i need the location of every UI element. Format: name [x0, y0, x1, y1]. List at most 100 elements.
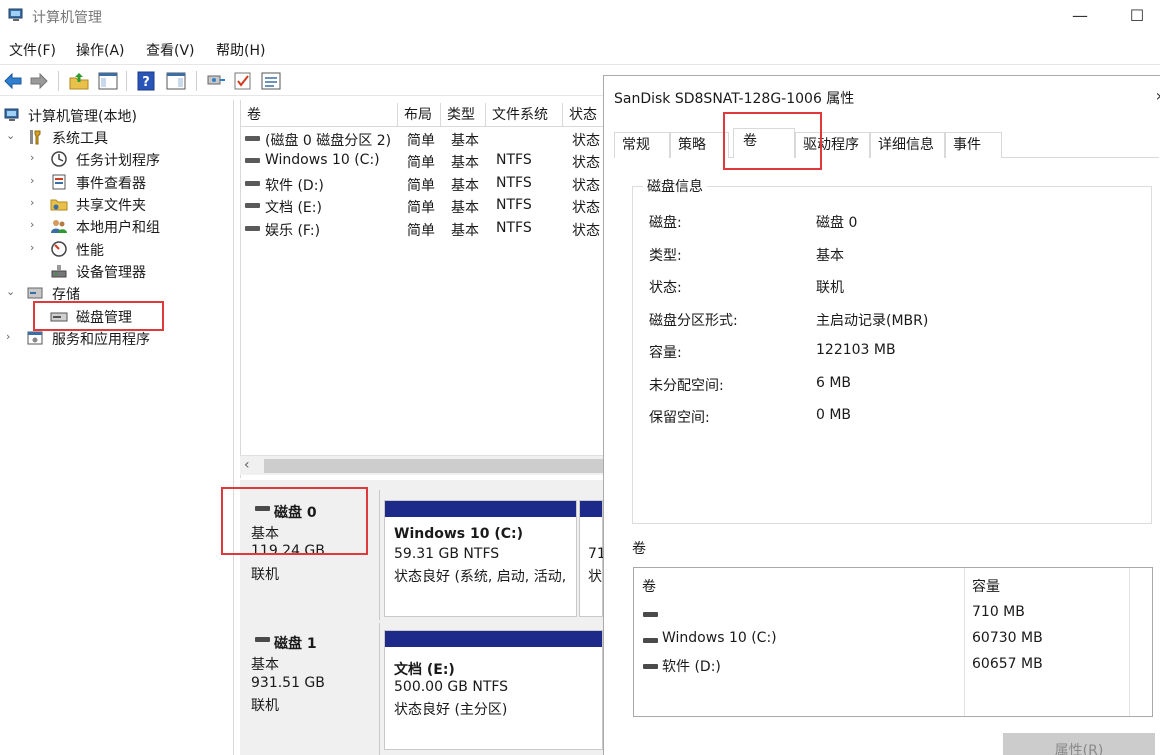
info-key: 磁盘:: [649, 215, 682, 231]
volume-layout: 简单: [407, 200, 435, 216]
volumes-table[interactable]: 卷 容量 710 MB Windows 10 (C:) 60730 MB 软件 …: [633, 567, 1153, 717]
chevron-down-icon[interactable]: ⌄: [6, 129, 18, 142]
column-header-volume[interactable]: 卷: [642, 576, 656, 596]
properties-button[interactable]: 属性(R): [1003, 733, 1155, 755]
info-value: 0 MB: [816, 407, 852, 423]
partition-size: 59.31 GB NTFS: [394, 546, 500, 562]
volume-status: 状态: [572, 200, 600, 216]
info-key: 类型:: [649, 248, 682, 264]
help-icon[interactable]: ?: [135, 70, 157, 92]
volume-capacity: 710 MB: [972, 604, 1025, 620]
window-title: 计算机管理: [32, 10, 102, 26]
disk-info-row: 容量: 122103 MB: [649, 342, 1149, 364]
event-viewer-icon: [52, 174, 66, 190]
info-key: 保留空间:: [649, 410, 710, 426]
partition-bar: [385, 501, 576, 517]
horizontal-scrollbar[interactable]: ‹: [240, 455, 603, 475]
tab-details[interactable]: 详细信息: [870, 132, 945, 158]
tab-events[interactable]: 事件: [945, 132, 1002, 158]
partition-size: 500.00 GB NTFS: [394, 679, 509, 695]
volume-status: 状态: [572, 133, 600, 149]
table-row[interactable]: (磁盘 0 磁盘分区 2) 简单 基本 状态: [241, 128, 604, 150]
close-icon[interactable]: ›: [1156, 86, 1160, 105]
scrollbar-thumb[interactable]: [264, 459, 603, 473]
column-header-type[interactable]: 类型: [441, 103, 486, 127]
column-header-layout[interactable]: 布局: [398, 103, 441, 127]
disk-icon: [255, 637, 270, 642]
chevron-down-icon[interactable]: ⌄: [6, 285, 18, 298]
list-icon[interactable]: [260, 70, 282, 92]
volume-status: 状态: [572, 155, 600, 171]
disk-info-row: 状态: 联机: [649, 277, 1149, 299]
info-value: 主启动记录(MBR): [816, 313, 929, 329]
toolbar-separator: [196, 71, 197, 91]
up-folder-icon[interactable]: [68, 70, 90, 92]
chevron-right-icon[interactable]: ›: [30, 241, 42, 254]
menu-view[interactable]: 查看(V): [146, 40, 195, 60]
performance-icon: [51, 241, 67, 257]
volume-name: 软件 (D:): [265, 178, 324, 194]
table-row[interactable]: 娱乐 (F:) 简单 基本 NTFS 状态: [241, 218, 604, 240]
volume-layout: 简单: [407, 133, 435, 149]
partition-e[interactable]: 文档 (E:) 500.00 GB NTFS 状态良好 (主分区): [384, 630, 603, 750]
tree-label: 本地用户和组: [76, 220, 160, 236]
column-header-status[interactable]: 状态: [563, 103, 604, 127]
disk-info-row: 类型: 基本: [649, 245, 1149, 267]
connect-icon[interactable]: [205, 70, 227, 92]
tab-policies[interactable]: 策略: [670, 132, 729, 158]
chevron-right-icon[interactable]: ›: [30, 174, 42, 187]
volume-status: 状态: [572, 223, 600, 239]
partition-d[interactable]: 71 状: [579, 500, 606, 617]
menu-file[interactable]: 文件(F): [9, 40, 56, 60]
disk-1-info[interactable]: 磁盘 1 基本 931.51 GB 联机: [240, 623, 380, 755]
volume-filesystem: NTFS: [496, 197, 532, 213]
table-row[interactable]: 710 MB: [634, 602, 1152, 626]
table-row[interactable]: Windows 10 (C:) 60730 MB: [634, 628, 1152, 652]
scroll-left-icon[interactable]: ‹: [244, 457, 250, 473]
users-icon: [51, 220, 67, 233]
column-header-volume[interactable]: 卷: [241, 103, 398, 127]
volume-filesystem: NTFS: [496, 152, 532, 168]
show-hide-console-tree-icon[interactable]: [97, 70, 119, 92]
menu-help[interactable]: 帮助(H): [216, 40, 265, 60]
toolbar-separator: [58, 71, 59, 91]
partition-c[interactable]: Windows 10 (C:) 59.31 GB NTFS 状态良好 (系统, …: [384, 500, 577, 617]
properties-dialog: SanDisk SD8SNAT-128G-1006 属性 › 常规 策略 卷 驱…: [603, 75, 1160, 755]
info-key: 未分配空间:: [649, 378, 724, 394]
table-row[interactable]: 软件 (D:) 60657 MB: [634, 654, 1152, 678]
show-hide-action-pane-icon[interactable]: [165, 70, 187, 92]
column-header-filesystem[interactable]: 文件系统: [486, 103, 563, 127]
back-icon[interactable]: [2, 70, 24, 92]
partition-bar: [580, 501, 602, 517]
menu-action[interactable]: 操作(A): [76, 40, 125, 60]
tree-label: 服务和应用程序: [52, 332, 150, 348]
minimize-button[interactable]: —: [1068, 4, 1092, 28]
check-icon[interactable]: [232, 70, 254, 92]
info-key: 容量:: [649, 345, 682, 361]
info-value: 基本: [816, 248, 844, 264]
table-row[interactable]: 文档 (E:) 简单 基本 NTFS 状态: [241, 195, 604, 217]
volume-name: 文档 (E:): [265, 200, 322, 216]
disk-info-group: 磁盘信息 磁盘: 磁盘 0 类型: 基本 状态: 联机 磁盘分区形式: 主启动记…: [632, 176, 1152, 524]
chevron-right-icon[interactable]: ›: [30, 218, 42, 231]
maximize-button[interactable]: ☐: [1125, 4, 1149, 28]
chevron-right-icon[interactable]: ›: [6, 330, 18, 343]
drive-icon: [643, 612, 658, 617]
forward-icon[interactable]: [28, 70, 50, 92]
disk-info-title: 磁盘信息: [643, 176, 707, 196]
chevron-right-icon[interactable]: ›: [30, 196, 42, 209]
column-header-capacity[interactable]: 容量: [972, 576, 1000, 596]
tree-label: 设备管理器: [76, 265, 146, 281]
info-value: 联机: [816, 280, 844, 296]
volume-type: 基本: [451, 133, 479, 149]
tree-label: 性能: [76, 243, 104, 259]
table-row[interactable]: Windows 10 (C:) 简单 基本 NTFS 状态: [241, 150, 604, 172]
disk-state: 联机: [251, 567, 279, 583]
volume-layout: 简单: [407, 223, 435, 239]
drive-icon: [245, 181, 260, 186]
services-icon: [27, 331, 43, 345]
table-row[interactable]: 软件 (D:) 简单 基本 NTFS 状态: [241, 173, 604, 195]
chevron-right-icon[interactable]: ›: [30, 151, 42, 164]
tab-general[interactable]: 常规: [614, 132, 670, 158]
dialog-title: SanDisk SD8SNAT-128G-1006 属性: [614, 91, 855, 107]
